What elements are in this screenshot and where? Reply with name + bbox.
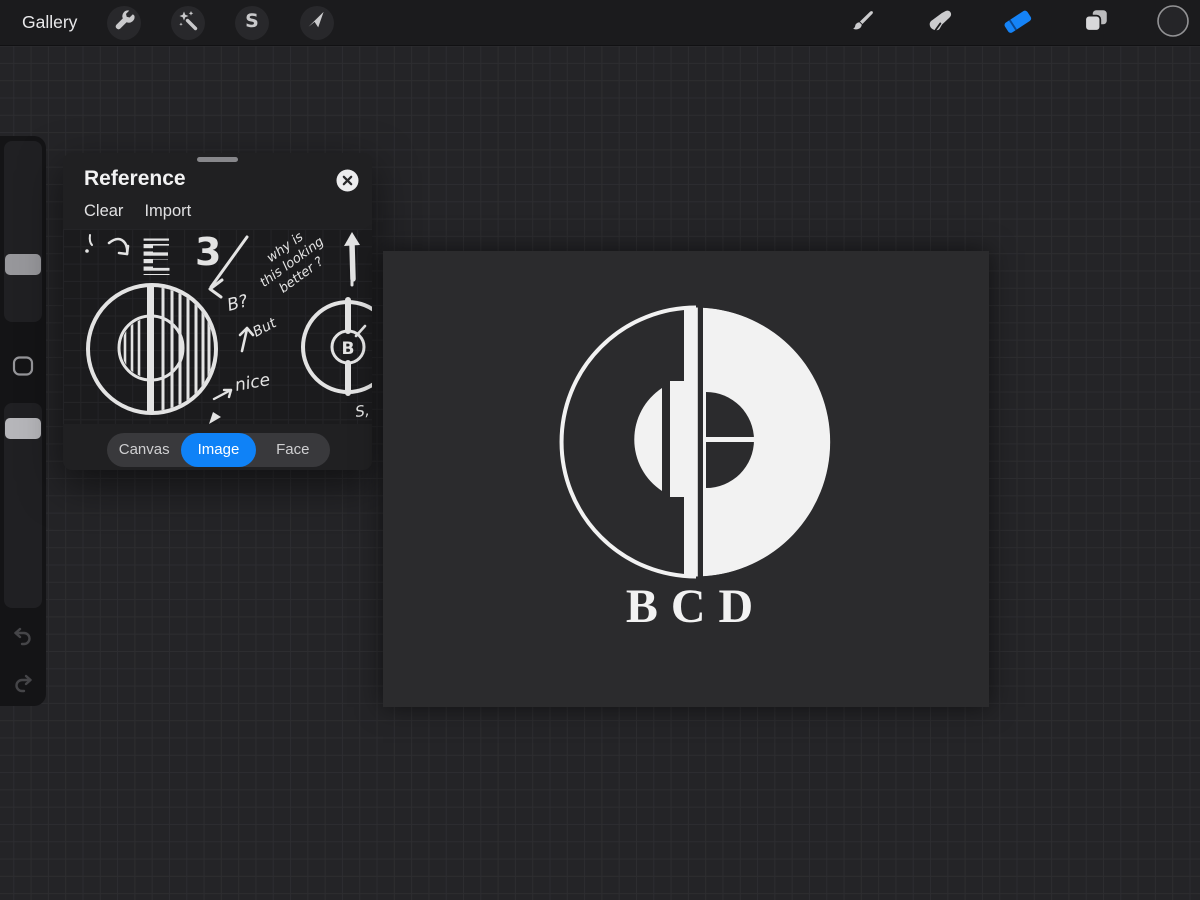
- tab-image[interactable]: Image: [181, 433, 255, 467]
- reference-actions: Clear Import: [84, 202, 191, 221]
- svg-text:S: S: [245, 10, 259, 32]
- sketch-number-3: 3: [195, 230, 221, 274]
- sketch-letter-e: E: [139, 229, 173, 287]
- smudge-tool-button[interactable]: [923, 6, 957, 40]
- sketch-but: But: [250, 315, 279, 341]
- sketch-s: S,: [354, 401, 371, 421]
- undo-button[interactable]: [11, 624, 35, 648]
- reference-image[interactable]: E 3 B? But nice why is this looking bett…: [63, 229, 372, 424]
- selection-button[interactable]: S: [235, 6, 269, 40]
- reference-sketch: E 3 B? But nice why is this looking bett…: [63, 229, 372, 424]
- redo-button[interactable]: [11, 671, 35, 695]
- drag-handle[interactable]: [197, 157, 238, 162]
- logo-text: BCD: [626, 580, 766, 633]
- erase-tool-button[interactable]: [1001, 6, 1035, 40]
- eraser-icon: [1003, 7, 1033, 40]
- tab-canvas[interactable]: Canvas: [107, 433, 181, 467]
- gallery-button[interactable]: Gallery: [22, 0, 77, 45]
- color-button[interactable]: [1156, 6, 1190, 40]
- close-icon: [336, 169, 359, 192]
- close-button[interactable]: [336, 169, 359, 192]
- wrench-icon: [112, 9, 136, 38]
- reference-panel: Reference Clear Import: [63, 153, 372, 470]
- bcd-logo-artwork: BCD: [383, 251, 989, 707]
- color-swatch: [1156, 4, 1190, 43]
- brush-size-handle[interactable]: [5, 254, 41, 275]
- selection-s-icon: S: [240, 9, 264, 38]
- redo-icon: [11, 671, 35, 695]
- paint-tool-button[interactable]: [846, 6, 880, 40]
- logo-center-bar: [684, 307, 699, 577]
- reference-title: Reference: [84, 167, 186, 191]
- undo-icon: [11, 624, 35, 648]
- logo-divider-gap: [698, 307, 703, 577]
- actions-button[interactable]: [107, 6, 141, 40]
- top-toolbar: Gallery S: [0, 0, 1200, 46]
- modify-button[interactable]: [11, 355, 35, 379]
- smudge-icon: [926, 7, 954, 40]
- layers-icon: [1082, 7, 1110, 40]
- rounded-square-icon: [14, 358, 32, 375]
- reference-tabs: Canvas Image Face: [107, 433, 330, 467]
- logo-left-inner-disc: [634, 388, 662, 491]
- import-button[interactable]: Import: [144, 202, 191, 221]
- adjustments-button[interactable]: [171, 6, 205, 40]
- logo-inner-crossbar: [706, 437, 758, 442]
- transform-arrow-icon: [305, 9, 329, 38]
- brush-icon: [850, 8, 876, 39]
- sketch-bq: B?: [225, 291, 250, 316]
- logo-wide-bar: [670, 381, 685, 497]
- layers-button[interactable]: [1079, 6, 1113, 40]
- clear-button[interactable]: Clear: [84, 202, 123, 221]
- brush-opacity-handle[interactable]: [5, 418, 41, 439]
- brush-size-slider[interactable]: [4, 141, 42, 322]
- sketch-nice: nice: [233, 370, 271, 396]
- drawing-canvas[interactable]: BCD: [383, 251, 989, 707]
- magic-wand-icon: [176, 9, 200, 38]
- sketch-letter-b: B: [342, 339, 355, 359]
- side-toolbar: [0, 136, 46, 706]
- tab-face[interactable]: Face: [256, 433, 330, 467]
- transform-button[interactable]: [300, 6, 334, 40]
- procreate-app: { "topbar": { "gallery_label": "Gallery"…: [0, 0, 1200, 900]
